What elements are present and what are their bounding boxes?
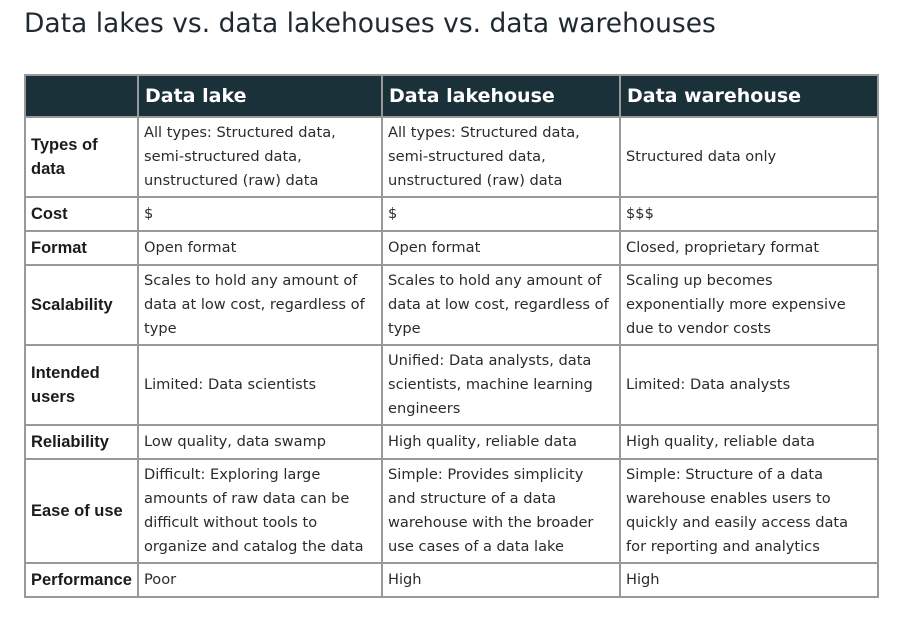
- table-row: Ease of use Difficult: Exploring large a…: [24, 458, 879, 564]
- column-header-data-lake: Data lake: [137, 74, 383, 118]
- table-cell: High: [381, 562, 621, 598]
- table-row: Types of data All types: Structured data…: [24, 116, 879, 198]
- table-cell: Unified: Data analysts, data scientists,…: [381, 344, 621, 426]
- table-cell: All types: Structured data, semi-structu…: [381, 116, 621, 198]
- table-cell: Simple: Provides simplicity and structur…: [381, 458, 621, 564]
- table-cell: Limited: Data scientists: [137, 344, 383, 426]
- table-cell: Scaling up becomes exponentially more ex…: [619, 264, 879, 346]
- column-header-data-warehouse: Data warehouse: [619, 74, 879, 118]
- table-row: Performance Poor High High: [24, 562, 879, 598]
- row-label-reliability: Reliability: [24, 424, 139, 460]
- table-cell: High quality, reliable data: [619, 424, 879, 460]
- row-label-format: Format: [24, 230, 139, 266]
- header-corner-cell: [24, 74, 139, 118]
- comparison-table: Data lake Data lakehouse Data warehouse …: [24, 74, 879, 598]
- table-cell: Poor: [137, 562, 383, 598]
- table-cell: Scales to hold any amount of data at low…: [381, 264, 621, 346]
- table-cell: Simple: Structure of a data warehouse en…: [619, 458, 879, 564]
- table-cell: Difficult: Exploring large amounts of ra…: [137, 458, 383, 564]
- table-cell: $: [381, 196, 621, 232]
- table-cell: All types: Structured data, semi-structu…: [137, 116, 383, 198]
- table-cell: Open format: [381, 230, 621, 266]
- table-cell: High quality, reliable data: [381, 424, 621, 460]
- table-cell: $$$: [619, 196, 879, 232]
- page-title: Data lakes vs. data lakehouses vs. data …: [24, 8, 716, 39]
- table-row: Format Open format Open format Closed, p…: [24, 230, 879, 266]
- table-cell: High: [619, 562, 879, 598]
- row-label-text: Intended users: [31, 364, 100, 406]
- table-row: Reliability Low quality, data swamp High…: [24, 424, 879, 460]
- row-label-cost: Cost: [24, 196, 139, 232]
- table-row: Intended users Limited: Data scientists …: [24, 344, 879, 426]
- table-cell: Closed, proprietary format: [619, 230, 879, 266]
- table-cell: Open format: [137, 230, 383, 266]
- row-label-intended-users: Intended users: [24, 344, 139, 426]
- table-cell: Low quality, data swamp: [137, 424, 383, 460]
- column-header-data-lakehouse: Data lakehouse: [381, 74, 621, 118]
- table-cell: $: [137, 196, 383, 232]
- table-cell: Structured data only: [619, 116, 879, 198]
- row-label-performance: Performance: [24, 562, 139, 598]
- row-label-ease-of-use: Ease of use: [24, 458, 139, 564]
- row-label-scalability: Scalability: [24, 264, 139, 346]
- row-label-text: Types of data: [31, 136, 98, 178]
- table-header-row: Data lake Data lakehouse Data warehouse: [24, 74, 879, 118]
- table-cell: Scales to hold any amount of data at low…: [137, 264, 383, 346]
- table-cell: Limited: Data analysts: [619, 344, 879, 426]
- table-row: Cost $ $ $$$: [24, 196, 879, 232]
- row-label-types-of-data: Types of data: [24, 116, 139, 198]
- table-row: Scalability Scales to hold any amount of…: [24, 264, 879, 346]
